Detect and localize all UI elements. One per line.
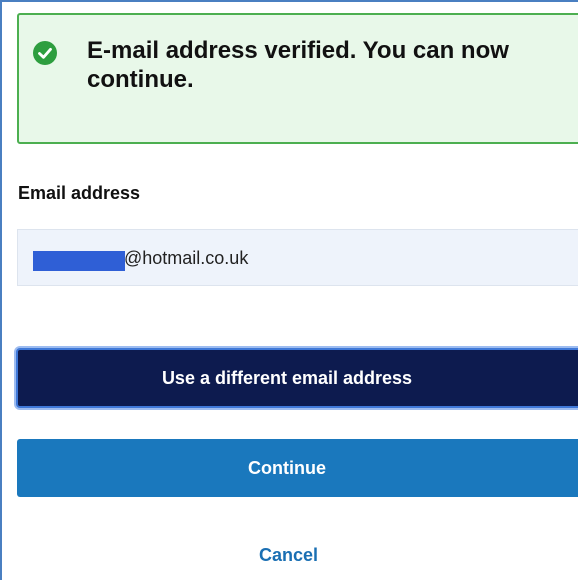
use-different-email-button[interactable]: Use a different email address bbox=[16, 348, 578, 408]
email-label: Email address bbox=[18, 183, 141, 203]
continue-button[interactable]: Continue bbox=[17, 439, 578, 497]
redacted-email-local-part bbox=[33, 251, 125, 271]
check-circle-icon bbox=[33, 41, 57, 65]
cancel-link[interactable]: Cancel bbox=[0, 545, 578, 566]
alert-message: E-mail address verified. You can now con… bbox=[87, 37, 509, 93]
email-domain-text: @hotmail.co.uk bbox=[124, 248, 249, 268]
